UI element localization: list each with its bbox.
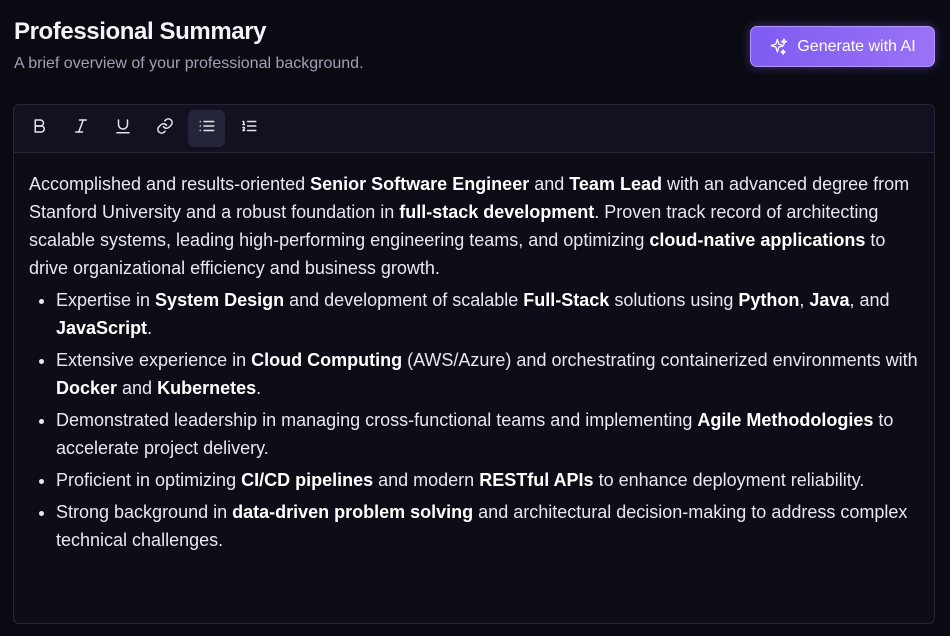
page-title: Professional Summary	[14, 18, 267, 45]
link-button[interactable]	[146, 110, 183, 147]
numbered-list-icon	[240, 117, 258, 140]
sparkles-icon	[769, 37, 789, 57]
rich-text-editor: Accomplished and results-oriented Senior…	[13, 104, 935, 624]
underline-button[interactable]	[104, 110, 141, 147]
generate-with-ai-label: Generate with AI	[797, 37, 916, 55]
summary-paragraph: Accomplished and results-oriented Senior…	[29, 174, 910, 278]
summary-bullet-list: Expertise in System Design and developme…	[29, 286, 920, 554]
editor-content[interactable]: Accomplished and results-oriented Senior…	[14, 153, 934, 554]
list-item: Proficient in optimizing CI/CD pipelines…	[56, 466, 920, 494]
list-item: Demonstrated leadership in managing cros…	[56, 406, 920, 462]
bullet-list-icon	[198, 117, 216, 140]
bullet-list-button[interactable]	[188, 110, 225, 147]
link-icon	[156, 117, 174, 140]
bold-icon	[30, 117, 48, 140]
underline-icon	[114, 117, 132, 140]
list-item: Extensive experience in Cloud Computing …	[56, 346, 920, 402]
list-item: Strong background in data-driven problem…	[56, 498, 920, 554]
italic-icon	[72, 117, 90, 140]
list-item: Expertise in System Design and developme…	[56, 286, 920, 342]
italic-button[interactable]	[62, 110, 99, 147]
generate-with-ai-button[interactable]: Generate with AI	[750, 26, 935, 67]
editor-toolbar	[14, 105, 934, 153]
page-subtitle: A brief overview of your professional ba…	[14, 55, 364, 72]
numbered-list-button[interactable]	[230, 110, 267, 147]
bold-button[interactable]	[20, 110, 57, 147]
